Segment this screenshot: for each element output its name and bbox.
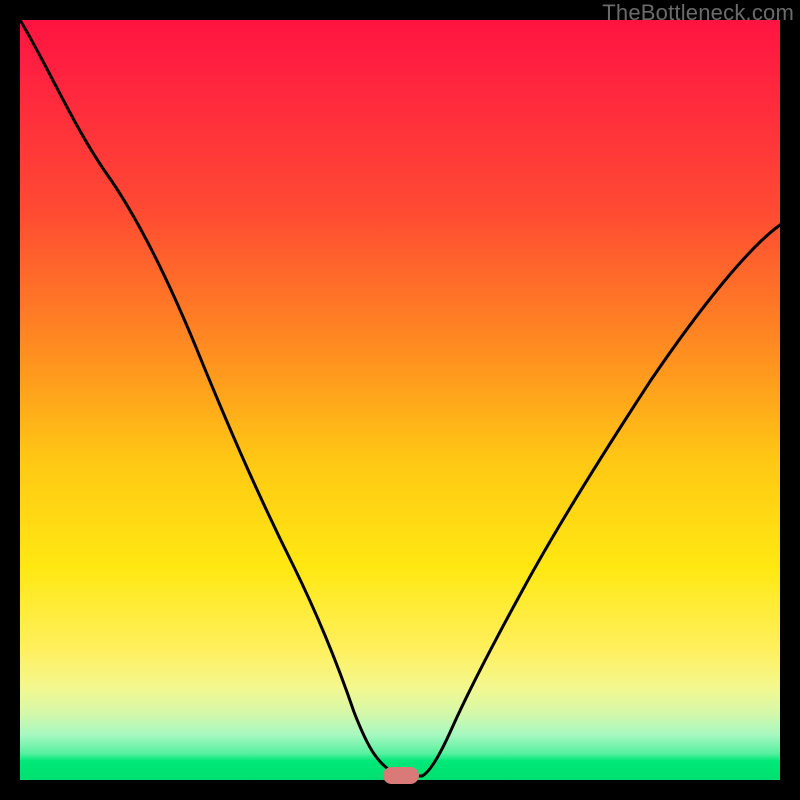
bottleneck-curve — [20, 20, 780, 780]
plot-area — [20, 20, 780, 780]
watermark-text: TheBottleneck.com — [602, 0, 794, 26]
optimum-marker — [383, 767, 419, 784]
chart-frame: TheBottleneck.com — [0, 0, 800, 800]
